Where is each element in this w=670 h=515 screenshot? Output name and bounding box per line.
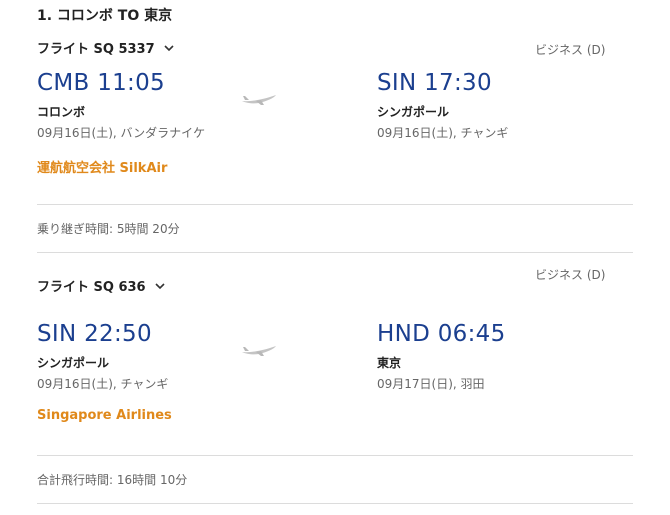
flight-number-label: フライト SQ 5337 [37,42,155,57]
chevron-down-icon [164,44,174,51]
arrival-time: SIN 17:30 [377,70,492,96]
divider [37,252,633,253]
flight-details-toggle-1[interactable]: フライト SQ 5337 [37,38,175,57]
departure-time: SIN 22:50 [37,321,152,347]
operating-airline: Singapore Airlines [37,408,172,423]
arrival-city: シンガポール [377,105,450,119]
route-title: 1. コロンボ TO 東京 [37,8,173,24]
flight-details-toggle-2[interactable]: フライト SQ 636 [37,276,166,295]
flight-number-label: フライト SQ 636 [37,280,146,295]
arrival-date: 09月17日(日), 羽田 [377,377,485,391]
departure-date: 09月16日(土), チャンギ [37,377,169,391]
arrival-time: HND 06:45 [377,321,506,347]
departure-city: シンガポール [37,356,110,370]
departure-time: CMB 11:05 [37,70,165,96]
divider [37,455,633,456]
layover-time: 乗り継ぎ時間: 5時間 20分 [37,222,180,236]
plane-icon [242,95,276,105]
plane-icon [242,346,276,356]
arrival-city: 東京 [377,356,402,370]
departure-city: コロンボ [37,105,86,119]
total-flight-time: 合計飛行時間: 16時間 10分 [37,473,188,487]
divider [37,204,633,205]
cabin-class: ビジネス (D) [535,268,606,282]
departure-date: 09月16日(土), バンダラナイケ [37,126,206,140]
operating-airline: 運航航空会社 SilkAir [37,161,168,176]
chevron-down-icon [155,282,165,289]
cabin-class: ビジネス (D) [535,43,606,57]
arrival-date: 09月16日(土), チャンギ [377,126,509,140]
divider [37,503,633,504]
